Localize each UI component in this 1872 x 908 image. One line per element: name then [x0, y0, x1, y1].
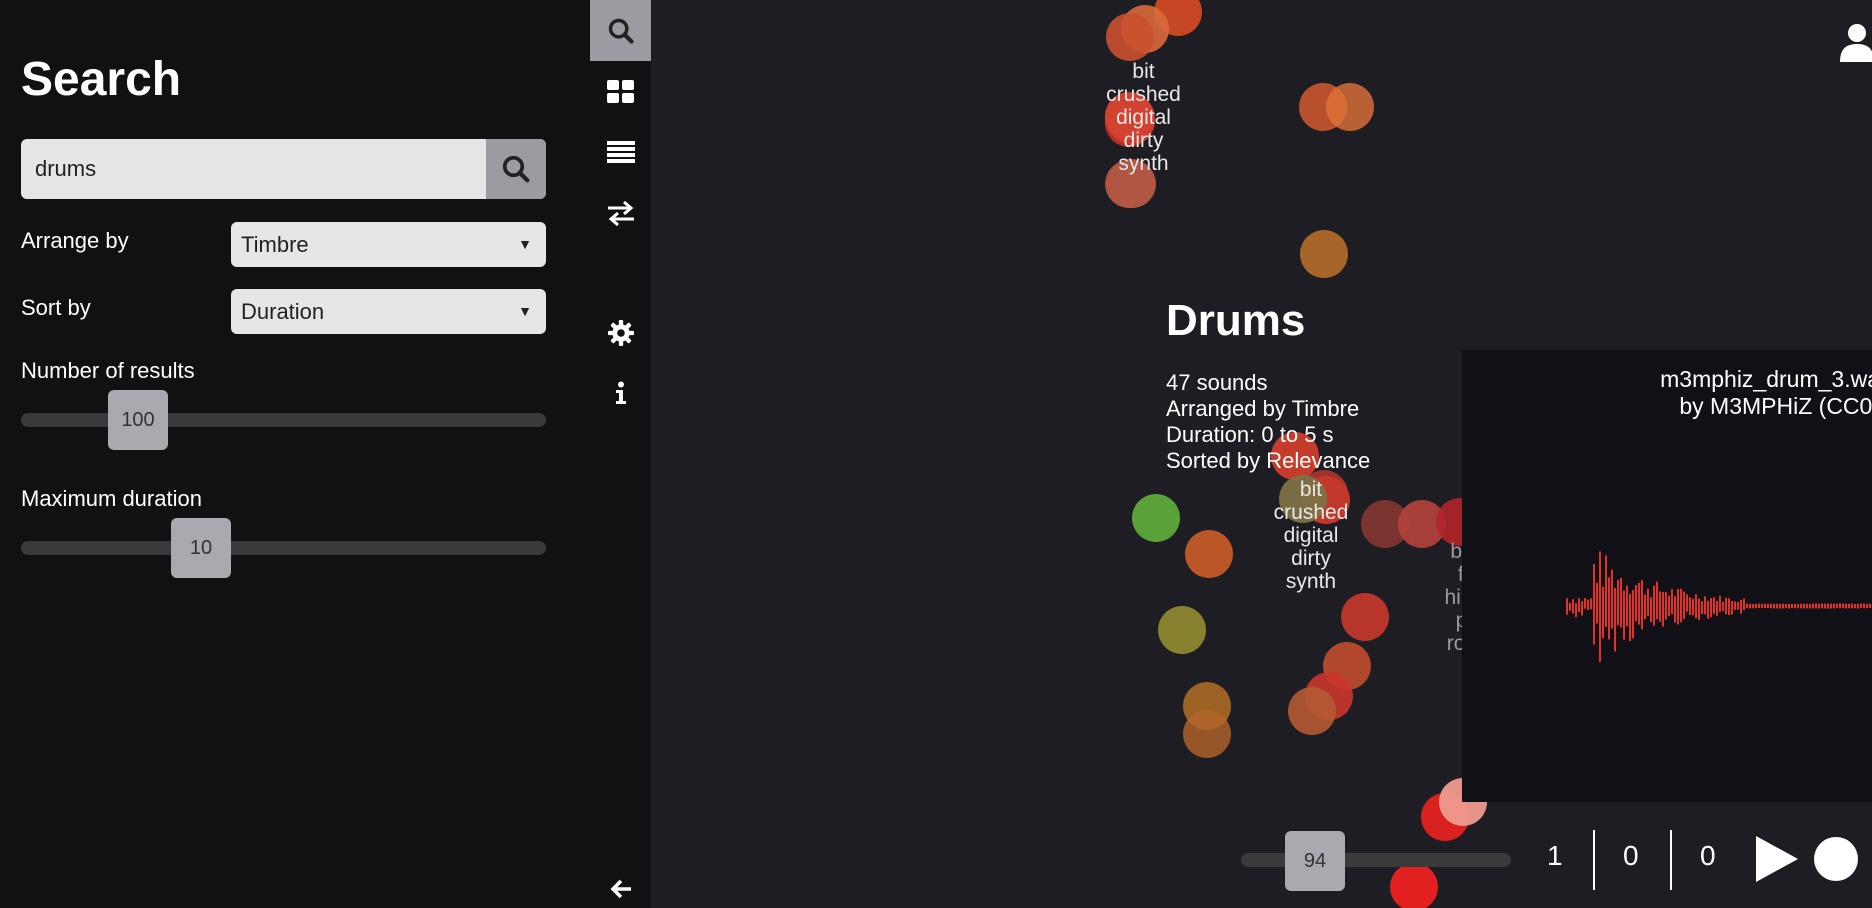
back-arrow-icon — [610, 879, 631, 898]
sort-by-value: Duration — [241, 299, 325, 324]
sound-dot[interactable] — [1185, 530, 1233, 578]
search-button[interactable] — [486, 139, 546, 199]
counter-2: 0 — [1623, 840, 1639, 871]
playback-slider-value: 94 — [1303, 849, 1327, 872]
play-icon[interactable] — [1756, 836, 1798, 882]
grid-view-button[interactable] — [590, 61, 651, 122]
tag-label: synth — [1285, 570, 1337, 593]
divider — [1670, 830, 1672, 890]
divider — [1593, 830, 1595, 890]
tag-label: digital — [1116, 106, 1171, 129]
tag-cloud: bit crushed digital dirty synth — [1271, 478, 1351, 593]
record-icon[interactable] — [1814, 837, 1858, 881]
user-icon[interactable] — [1839, 22, 1872, 62]
info-icon — [615, 381, 626, 404]
caret-down-icon: ▼ — [518, 303, 532, 319]
sound-dot[interactable] — [1300, 230, 1348, 278]
maximum-duration-value: 10 — [189, 536, 213, 559]
playback-slider-handle[interactable]: 94 — [1285, 831, 1345, 891]
waveform[interactable] — [1462, 350, 1872, 802]
sound-dot[interactable] — [1341, 593, 1389, 641]
swap-icon — [607, 200, 634, 226]
gear-icon — [607, 319, 634, 346]
sound-count: 47 sounds — [1166, 370, 1268, 395]
swap-button[interactable] — [590, 182, 651, 243]
cluster-info: Drums 47 sounds Arranged by Timbre Durat… — [1166, 296, 1370, 474]
number-of-results-handle[interactable]: 100 — [108, 390, 168, 450]
search-icon — [502, 155, 530, 183]
sound-dot[interactable] — [1132, 494, 1180, 542]
search-panel: Search Arrange by Timbre ▼ Sort by Durat… — [0, 0, 590, 908]
maximum-duration-slider[interactable] — [21, 541, 546, 555]
counter-1: 1 — [1547, 840, 1563, 871]
search-mode-button[interactable] — [590, 0, 651, 61]
panel-title: Search — [21, 53, 182, 106]
list-icon — [606, 140, 635, 163]
list-view-button[interactable] — [590, 121, 651, 182]
grid-icon — [606, 79, 634, 103]
sort-by-label: Sort by — [21, 295, 91, 320]
sorted-by-text: Sorted by Relevance — [1166, 448, 1371, 473]
number-of-results-label: Number of results — [21, 358, 195, 383]
number-of-results-slider[interactable] — [21, 413, 546, 427]
tag-label: dirty — [1123, 129, 1164, 152]
tag-label: crushed — [1273, 501, 1349, 524]
icon-rail — [590, 0, 651, 908]
number-of-results-value: 100 — [121, 408, 155, 431]
collapse-panel-button[interactable] — [590, 858, 651, 908]
search-box — [21, 139, 546, 199]
tag-label: crushed — [1106, 83, 1181, 106]
tag-label: dirty — [1291, 547, 1331, 570]
counter-3: 0 — [1700, 840, 1716, 871]
arranged-by-text: Arranged by Timbre — [1166, 396, 1360, 421]
arrange-by-label: Arrange by — [21, 228, 129, 253]
search-input[interactable] — [21, 139, 486, 199]
tag-cloud: bit crushed digital dirty synth — [1106, 60, 1181, 175]
sound-player[interactable]: m3mphiz_drum_3.wa by M3MPHiZ (CC0) — [1462, 350, 1872, 802]
sound-map[interactable]: bit crushed digital dirty synth bit crus… — [651, 0, 1872, 908]
sound-dot[interactable] — [1326, 83, 1374, 131]
maximum-duration-handle[interactable]: 10 — [171, 518, 231, 578]
cluster-title: Drums — [1166, 296, 1306, 345]
sound-dot[interactable] — [1106, 13, 1154, 61]
sound-dot[interactable] — [1288, 687, 1336, 735]
sound-dot[interactable] — [1390, 863, 1438, 908]
sound-dot[interactable] — [1158, 606, 1206, 654]
arrange-by-value: Timbre — [241, 232, 309, 257]
maximum-duration-label: Maximum duration — [21, 486, 202, 511]
duration-text: Duration: 0 to 5 s — [1166, 422, 1334, 447]
tag-label: synth — [1118, 152, 1169, 175]
settings-button[interactable] — [590, 302, 651, 363]
tag-label: bit — [1299, 478, 1323, 501]
playback-slider[interactable] — [1241, 853, 1511, 867]
sound-dot[interactable] — [1183, 710, 1231, 758]
search-icon — [608, 18, 634, 44]
tag-label: digital — [1283, 524, 1339, 547]
arrange-by-select[interactable]: Timbre ▼ — [231, 222, 546, 267]
caret-down-icon: ▼ — [518, 236, 532, 252]
tag-label: bit — [1132, 60, 1155, 83]
sort-by-select[interactable]: Duration ▼ — [231, 289, 546, 334]
info-button[interactable] — [590, 362, 651, 423]
